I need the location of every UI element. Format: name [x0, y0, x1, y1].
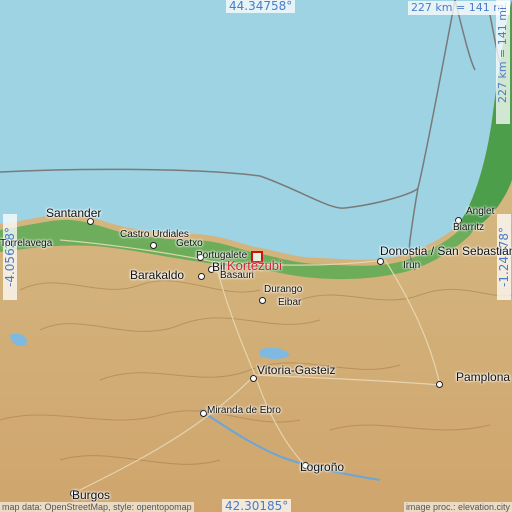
- city-marker: [259, 297, 266, 304]
- city-donostia[interactable]: Donostia / San Sebastián: [380, 244, 512, 258]
- city-barakaldo[interactable]: Barakaldo: [130, 268, 184, 282]
- city-marker: [150, 242, 157, 249]
- city-marker: [198, 273, 205, 280]
- city-vitoria-gasteiz[interactable]: Vitoria-Gasteiz: [257, 363, 335, 377]
- scale-bar-top: 227 km = 141 mi: [407, 1, 510, 15]
- map[interactable]: 44.34758° 227 km = 141 mi 42.30185° -4.0…: [0, 0, 512, 512]
- map-attribution: map data: OpenStreetMap, style: opentopo…: [0, 502, 194, 512]
- city-burgos[interactable]: Burgos: [72, 488, 110, 502]
- city-marker: [250, 375, 257, 382]
- city-logrono[interactable]: Logroño: [300, 460, 344, 474]
- city-durango[interactable]: Durango: [264, 284, 302, 295]
- city-torrelavega[interactable]: Torrelavega: [0, 238, 52, 249]
- city-miranda-de-ebro[interactable]: Miranda de Ebro: [207, 405, 281, 416]
- city-marker: [377, 258, 384, 265]
- city-marker: [436, 381, 443, 388]
- bottom-latitude-label: 42.30185°: [222, 499, 292, 512]
- city-biarritz[interactable]: Biarritz: [453, 222, 484, 233]
- left-longitude-label: -4.05628°: [3, 214, 17, 300]
- city-eibar[interactable]: Eibar: [278, 297, 301, 308]
- target-location-label[interactable]: Kortezubi: [227, 258, 282, 273]
- scale-bar-right: 227 km = 141 mi: [496, 0, 510, 124]
- city-pamplona[interactable]: Pamplona /: [456, 370, 512, 384]
- city-getxo[interactable]: Getxo: [176, 238, 203, 249]
- image-attribution: image proc.: elevation.city: [403, 502, 512, 512]
- city-irun[interactable]: Irun: [403, 260, 420, 271]
- city-santander[interactable]: Santander: [46, 206, 101, 220]
- city-marker: [200, 410, 207, 417]
- top-latitude-label: 44.34758°: [226, 0, 296, 13]
- city-anglet[interactable]: Anglet: [466, 206, 494, 217]
